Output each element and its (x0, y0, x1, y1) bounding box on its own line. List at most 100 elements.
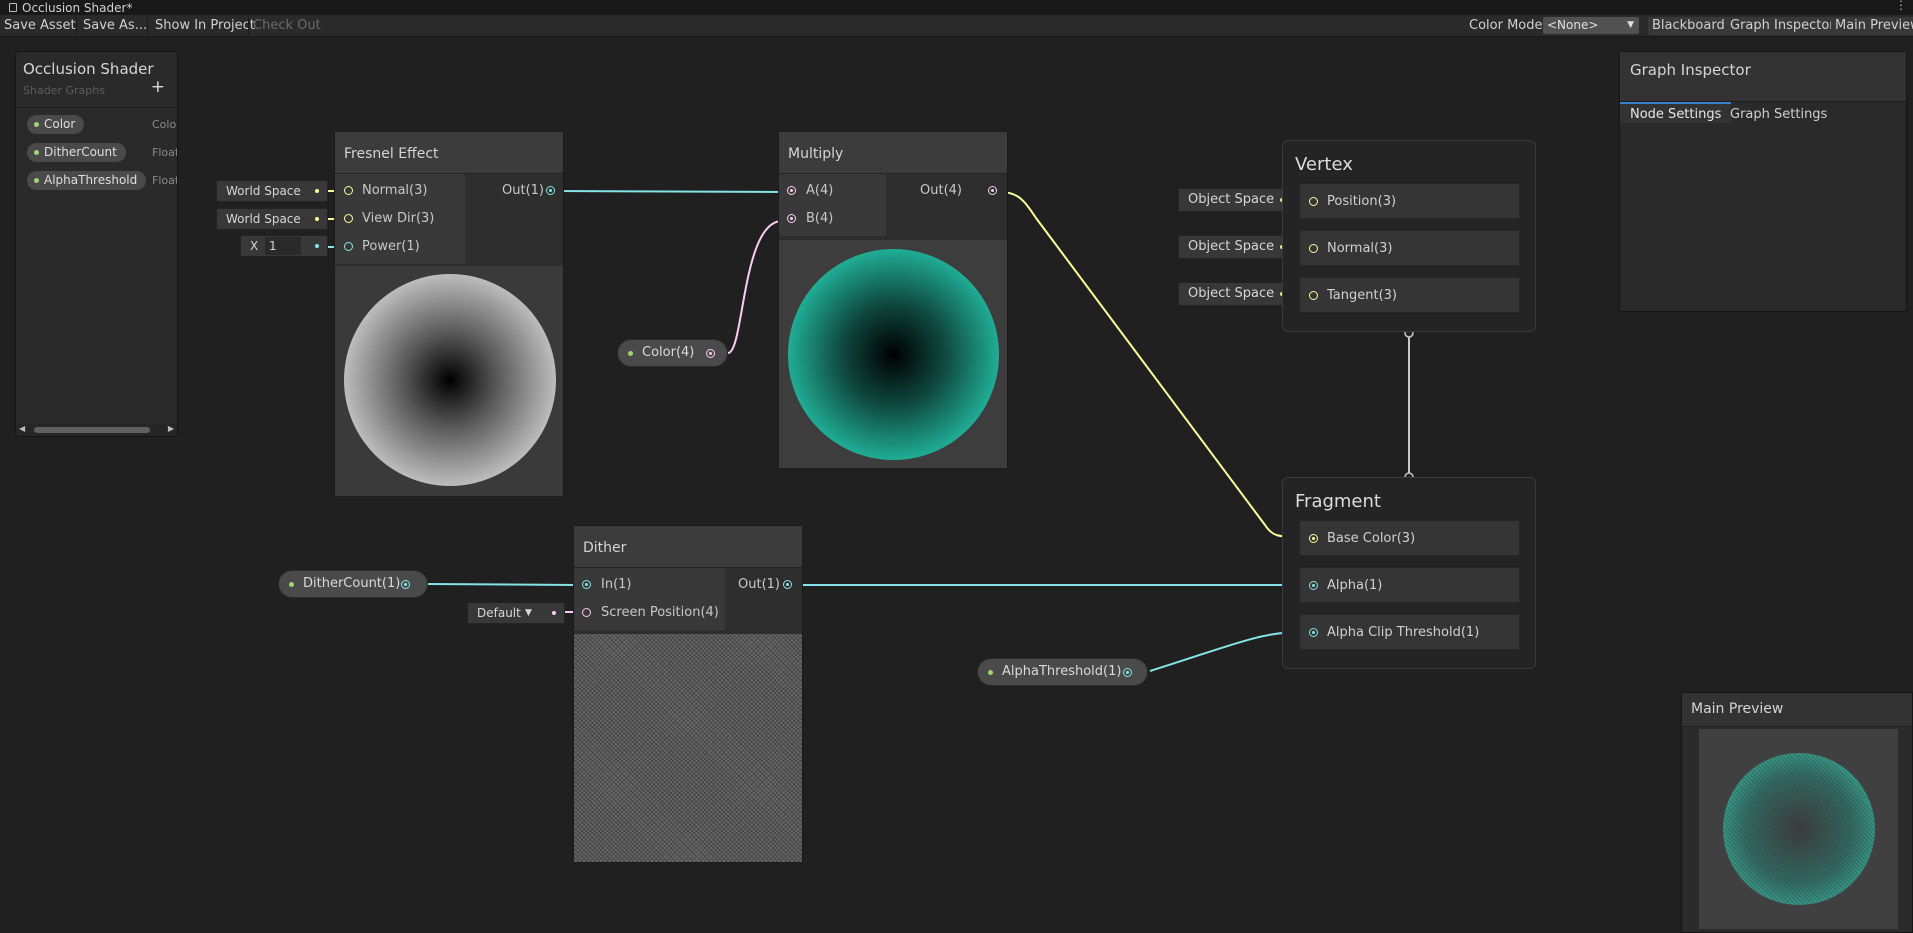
multiply-preview (779, 240, 1007, 468)
alphathreshold-property-node[interactable]: AlphaThreshold(1) (977, 658, 1148, 686)
vertex-slot-normal[interactable]: Normal(3) (1299, 230, 1520, 266)
property-color[interactable]: Color (27, 115, 85, 134)
node-outputs: Out(4) (886, 174, 1007, 236)
out-output-port[interactable] (988, 186, 997, 195)
tab-node-settings[interactable]: Node Settings (1620, 102, 1732, 123)
alphathreshold-property-label: AlphaThreshold(1) (1002, 664, 1122, 679)
a-input-label: A(4) (806, 183, 834, 198)
fragment-slot-alpha-clip[interactable]: Alpha Clip Threshold(1) (1299, 614, 1520, 650)
vertex-slot-tangent[interactable]: Tangent(3) (1299, 277, 1520, 313)
property-name: DitherCount (44, 145, 117, 159)
fragment-slot-base-color[interactable]: Base Color(3) (1299, 520, 1520, 556)
dither-node[interactable]: Dither In(1) Screen Position(4) Out(1) (573, 525, 803, 863)
viewdir-input-label: View Dir(3) (362, 211, 435, 226)
edge-fresnel-to-multiply[interactable] (551, 190, 783, 193)
property-type: Float (152, 174, 178, 187)
dithercount-property-node[interactable]: DitherCount(1) (278, 570, 428, 598)
horizontal-scrollbar[interactable]: ◀ ▶ (16, 424, 177, 436)
alpha-clip-input-port[interactable] (1309, 628, 1318, 637)
out-output-label: Out(1) (738, 577, 780, 592)
normal-space-inline[interactable]: World Space (216, 180, 328, 202)
port-dot-icon (315, 217, 319, 221)
scroll-right-icon[interactable]: ▶ (168, 424, 174, 433)
property-dot-icon (988, 670, 993, 675)
color-property-node[interactable]: Color(4) (617, 339, 728, 367)
main-preview-title: Main Preview (1691, 701, 1784, 717)
normal-slot-label: Normal(3) (1327, 241, 1393, 256)
position-space-value: Object Space (1188, 192, 1275, 207)
screen-position-mode: Default (477, 606, 521, 620)
normal-input-port[interactable] (344, 186, 353, 195)
property-dot-icon (289, 582, 294, 587)
edge-alphathreshold-to-clip[interactable] (1149, 631, 1301, 672)
property-dot-icon (34, 178, 39, 183)
node-title: Multiply (779, 132, 1007, 174)
base-color-slot-label: Base Color(3) (1327, 531, 1416, 546)
dithercount-output-port[interactable] (401, 580, 410, 589)
tab-graph-settings[interactable]: Graph Settings (1720, 104, 1837, 125)
screen-position-input-port[interactable] (582, 608, 591, 617)
main-preview-panel: Main Preview (1681, 692, 1913, 933)
add-property-button[interactable]: + (151, 77, 165, 97)
in-input-label: In(1) (601, 577, 632, 592)
scroll-left-icon[interactable]: ◀ (19, 424, 25, 433)
property-name: Color (44, 117, 76, 131)
tangent-input-port[interactable] (1309, 291, 1318, 300)
viewdir-input-port[interactable] (344, 214, 353, 223)
base-color-input-port[interactable] (1309, 534, 1318, 543)
color-output-port[interactable] (706, 349, 715, 358)
out-output-label: Out(1) (502, 183, 544, 198)
position-space-inline[interactable]: Object Space (1178, 188, 1293, 212)
main-preview-viewport[interactable] (1699, 729, 1898, 929)
property-alphathreshold[interactable]: AlphaThreshold (27, 171, 147, 190)
normal-space-value: World Space (226, 184, 301, 198)
node-inputs: Normal(3) View Dir(3) Power(1) (335, 174, 465, 264)
b-input-port[interactable] (787, 214, 796, 223)
out-output-port[interactable] (783, 580, 792, 589)
property-dot-icon (34, 122, 39, 127)
a-input-port[interactable] (787, 186, 796, 195)
normal-space-inline[interactable]: Object Space (1178, 235, 1293, 259)
edge-color-to-multiply[interactable] (727, 220, 783, 354)
multiply-node[interactable]: Multiply A(4) B(4) Out(4) (778, 131, 1008, 469)
node-inputs: A(4) B(4) (779, 174, 886, 236)
preview-sphere (1723, 753, 1875, 905)
dropdown-arrow-icon: ▼ (525, 608, 532, 618)
alpha-slot-label: Alpha(1) (1327, 578, 1383, 593)
power-value-field[interactable]: 1 (265, 237, 301, 255)
graph-inspector-panel: Graph Inspector Node Settings Graph Sett… (1619, 51, 1907, 312)
tangent-space-inline[interactable]: Object Space (1178, 282, 1293, 306)
power-input-port[interactable] (344, 242, 353, 251)
tangent-slot-label: Tangent(3) (1327, 288, 1397, 303)
fresnel-preview (335, 266, 563, 496)
port-dot-icon (315, 244, 319, 248)
preview-sphere (344, 274, 556, 486)
viewdir-space-inline[interactable]: World Space (216, 208, 328, 230)
blackboard-divider (16, 107, 177, 108)
port-dot-icon (552, 611, 556, 615)
fragment-context[interactable]: Fragment Base Color(3) Alpha(1) Alpha Cl… (1282, 477, 1536, 669)
normal-input-port[interactable] (1309, 244, 1318, 253)
dithercount-property-label: DitherCount(1) (303, 576, 401, 591)
fragment-slot-alpha[interactable]: Alpha(1) (1299, 567, 1520, 603)
property-type: Float (152, 146, 178, 159)
alphathreshold-output-port[interactable] (1123, 668, 1132, 677)
edge-dithercount-to-dither[interactable] (427, 583, 578, 586)
position-input-port[interactable] (1309, 197, 1318, 206)
property-dithercount[interactable]: DitherCount (27, 143, 126, 162)
vertex-context[interactable]: Vertex Position(3) Normal(3) Tangent(3) (1282, 140, 1536, 332)
fragment-title: Fragment (1295, 491, 1381, 512)
power-inline[interactable]: X 1 (240, 235, 328, 257)
out-output-port[interactable] (546, 186, 555, 195)
screen-position-inline[interactable]: Default ▼ (467, 602, 565, 624)
property-dot-icon (628, 351, 633, 356)
scrollbar-thumb[interactable] (34, 427, 150, 433)
in-input-port[interactable] (582, 580, 591, 589)
property-name: AlphaThreshold (44, 173, 138, 187)
alpha-input-port[interactable] (1309, 581, 1318, 590)
vertex-slot-position[interactable]: Position(3) (1299, 183, 1520, 219)
fresnel-effect-node[interactable]: Fresnel Effect Normal(3) View Dir(3) Pow… (334, 131, 564, 497)
out-output-label: Out(4) (920, 183, 962, 198)
node-title: Fresnel Effect (335, 132, 563, 174)
normal-space-value: Object Space (1188, 239, 1275, 254)
